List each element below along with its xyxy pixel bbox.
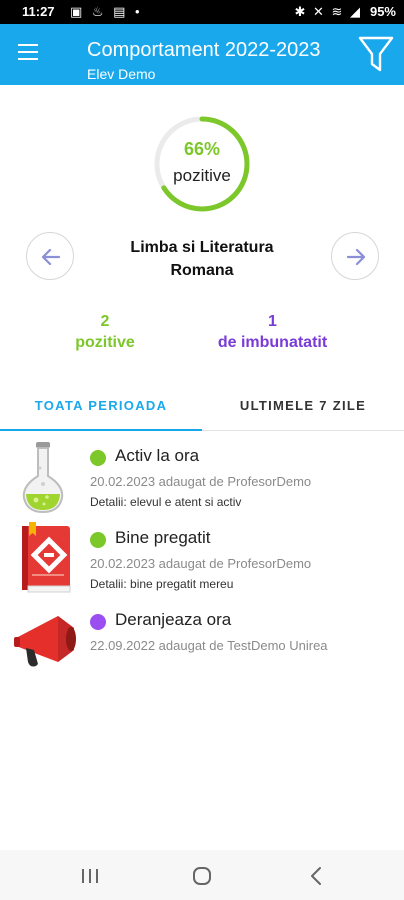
tab-all-period[interactable]: TOATA PERIOADA — [0, 385, 202, 431]
megaphone-icon — [14, 604, 76, 680]
percent-caption: pozitive — [173, 166, 231, 185]
list-item[interactable]: Bine pregatit 20.02.2023 adaugat de Prof… — [0, 522, 404, 598]
improve-count-label: de imbunatatit — [217, 334, 328, 351]
entry-details: Detalii: bine pregatit mereu — [90, 577, 234, 591]
filter-icon[interactable] — [357, 32, 395, 76]
positive-count-label: pozitive — [75, 334, 135, 351]
entry-title: Activ la ora — [115, 446, 200, 465]
menu-icon[interactable] — [18, 44, 40, 62]
arrow-left-icon — [41, 248, 61, 266]
previous-subject-button[interactable] — [26, 232, 74, 280]
subject-line-2: Romana — [170, 262, 234, 279]
flask-icon — [14, 440, 76, 516]
recents-icon[interactable] — [76, 863, 104, 889]
entry-title: Deranjeaza ora — [115, 610, 232, 629]
percent-value: 66% — [183, 139, 221, 159]
positive-count-value: 2 — [100, 313, 110, 330]
negative-dot — [90, 614, 106, 630]
list-item[interactable]: Deranjeaza ora 22.09.2022 adaugat de Tes… — [0, 604, 404, 680]
back-icon[interactable] — [302, 863, 330, 889]
entry-meta: 20.02.2023 adaugat de ProfesorDemo — [90, 556, 312, 571]
page-title: Comportament 2022-2023 — [87, 39, 321, 61]
period-tabs: TOATA PERIOADA ULTIMELE 7 ZILE — [0, 385, 404, 431]
book-icon — [14, 522, 76, 598]
entry-details: Detalii: elevul e atent si activ — [90, 495, 242, 509]
home-icon[interactable] — [188, 863, 216, 889]
tab-last-7-days[interactable]: ULTIMELE 7 ZILE — [202, 385, 404, 431]
arrow-right-icon — [346, 248, 366, 266]
positive-count: 2 pozitive — [55, 311, 155, 353]
positive-dot — [90, 532, 106, 548]
entry-meta: 20.02.2023 adaugat de ProfesorDemo — [90, 474, 312, 489]
positive-percentage-ring: 66% pozitive — [153, 115, 251, 213]
notification-icons: ▣ ♨ ▤ • — [70, 4, 143, 19]
battery-level: 95% — [369, 4, 396, 19]
next-subject-button[interactable] — [331, 232, 379, 280]
app-bar: Comportament 2022-2023 Elev Demo — [0, 24, 404, 85]
student-name: Elev Demo — [87, 66, 156, 82]
improve-count-value: 1 — [268, 313, 277, 330]
entry-title: Bine pregatit — [115, 528, 211, 547]
list-item[interactable]: Activ la ora 20.02.2023 adaugat de Profe… — [0, 440, 404, 516]
entry-meta: 22.09.2022 adaugat de TestDemo Unirea — [90, 638, 328, 653]
status-time: 11:27 — [22, 4, 55, 19]
improve-count: 1 de imbunatatit — [200, 311, 345, 353]
system-navigation-bar — [0, 850, 404, 900]
signal-icons: ✱ ✕ ≋ ◢ — [294, 4, 362, 19]
subject-name: Limba si Literatura Romana — [100, 236, 304, 282]
positive-dot — [90, 450, 106, 466]
subject-line-1: Limba si Literatura — [130, 239, 274, 256]
status-bar: 11:27 ▣ ♨ ▤ • ✱ ✕ ≋ ◢ 95% — [0, 0, 404, 24]
